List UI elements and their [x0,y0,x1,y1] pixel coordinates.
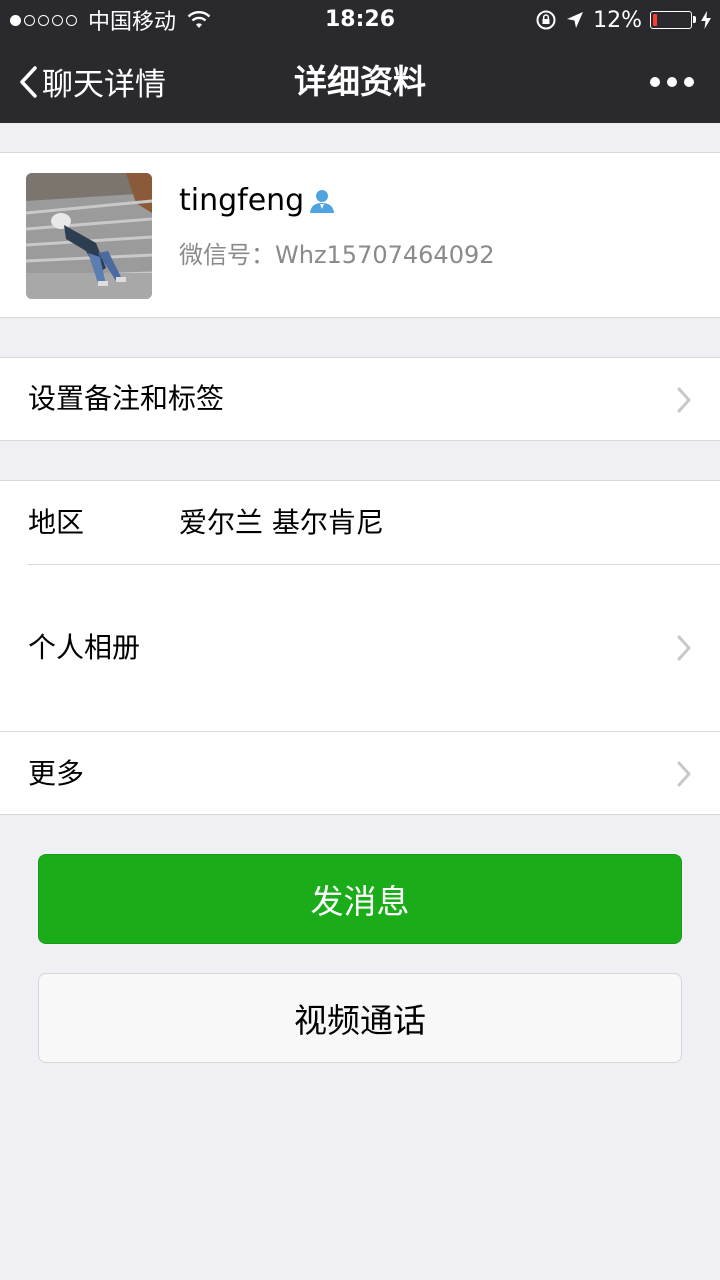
personal-album-row[interactable]: 个人相册 [0,565,720,731]
chevron-right-icon [677,635,691,661]
more-row[interactable]: 更多 [0,732,720,815]
status-right: 12% [527,4,712,36]
battery-percent: 12% [593,7,642,33]
contact-name: tingfeng [179,183,336,218]
video-call-button[interactable]: 视频通话 [38,973,682,1063]
more-options-button[interactable] [643,40,694,123]
status-bar: 中国移动 18:26 12% [0,0,720,40]
location-arrow-icon [567,12,584,28]
avatar[interactable] [26,173,152,299]
personal-album-label: 个人相册 [28,631,141,664]
contact-name-text: tingfeng [179,183,305,218]
battery-icon [650,11,696,29]
wechat-id: 微信号：Whz15707464092 [179,241,495,269]
send-message-button[interactable]: 发消息 [38,854,682,944]
remark-tags-cell[interactable]: 设置备注和标签 [0,357,720,441]
charging-bolt-icon [701,11,711,29]
info-group: 地区 爱尔兰 基尔肯尼 个人相册 更多 [0,480,720,815]
navigation-bar: 聊天详情 详细资料 [0,40,720,123]
chevron-right-icon [677,761,691,787]
region-row: 地区 爱尔兰 基尔肯尼 [0,481,720,564]
more-label: 更多 [28,757,85,790]
male-gender-icon [310,189,335,213]
chevron-right-icon [677,387,691,413]
remark-tags-label: 设置备注和标签 [28,382,225,415]
region-value: 爱尔兰 基尔肯尼 [179,506,384,539]
avatar-photo [26,173,152,299]
region-label: 地区 [28,506,85,539]
rotation-lock-icon [536,10,556,30]
battery-level-fill [653,14,657,26]
page-title: 详细资料 [294,62,426,101]
profile-card[interactable]: tingfeng 微信号：Whz15707464092 [0,152,720,318]
more-dots-icon [650,76,660,87]
